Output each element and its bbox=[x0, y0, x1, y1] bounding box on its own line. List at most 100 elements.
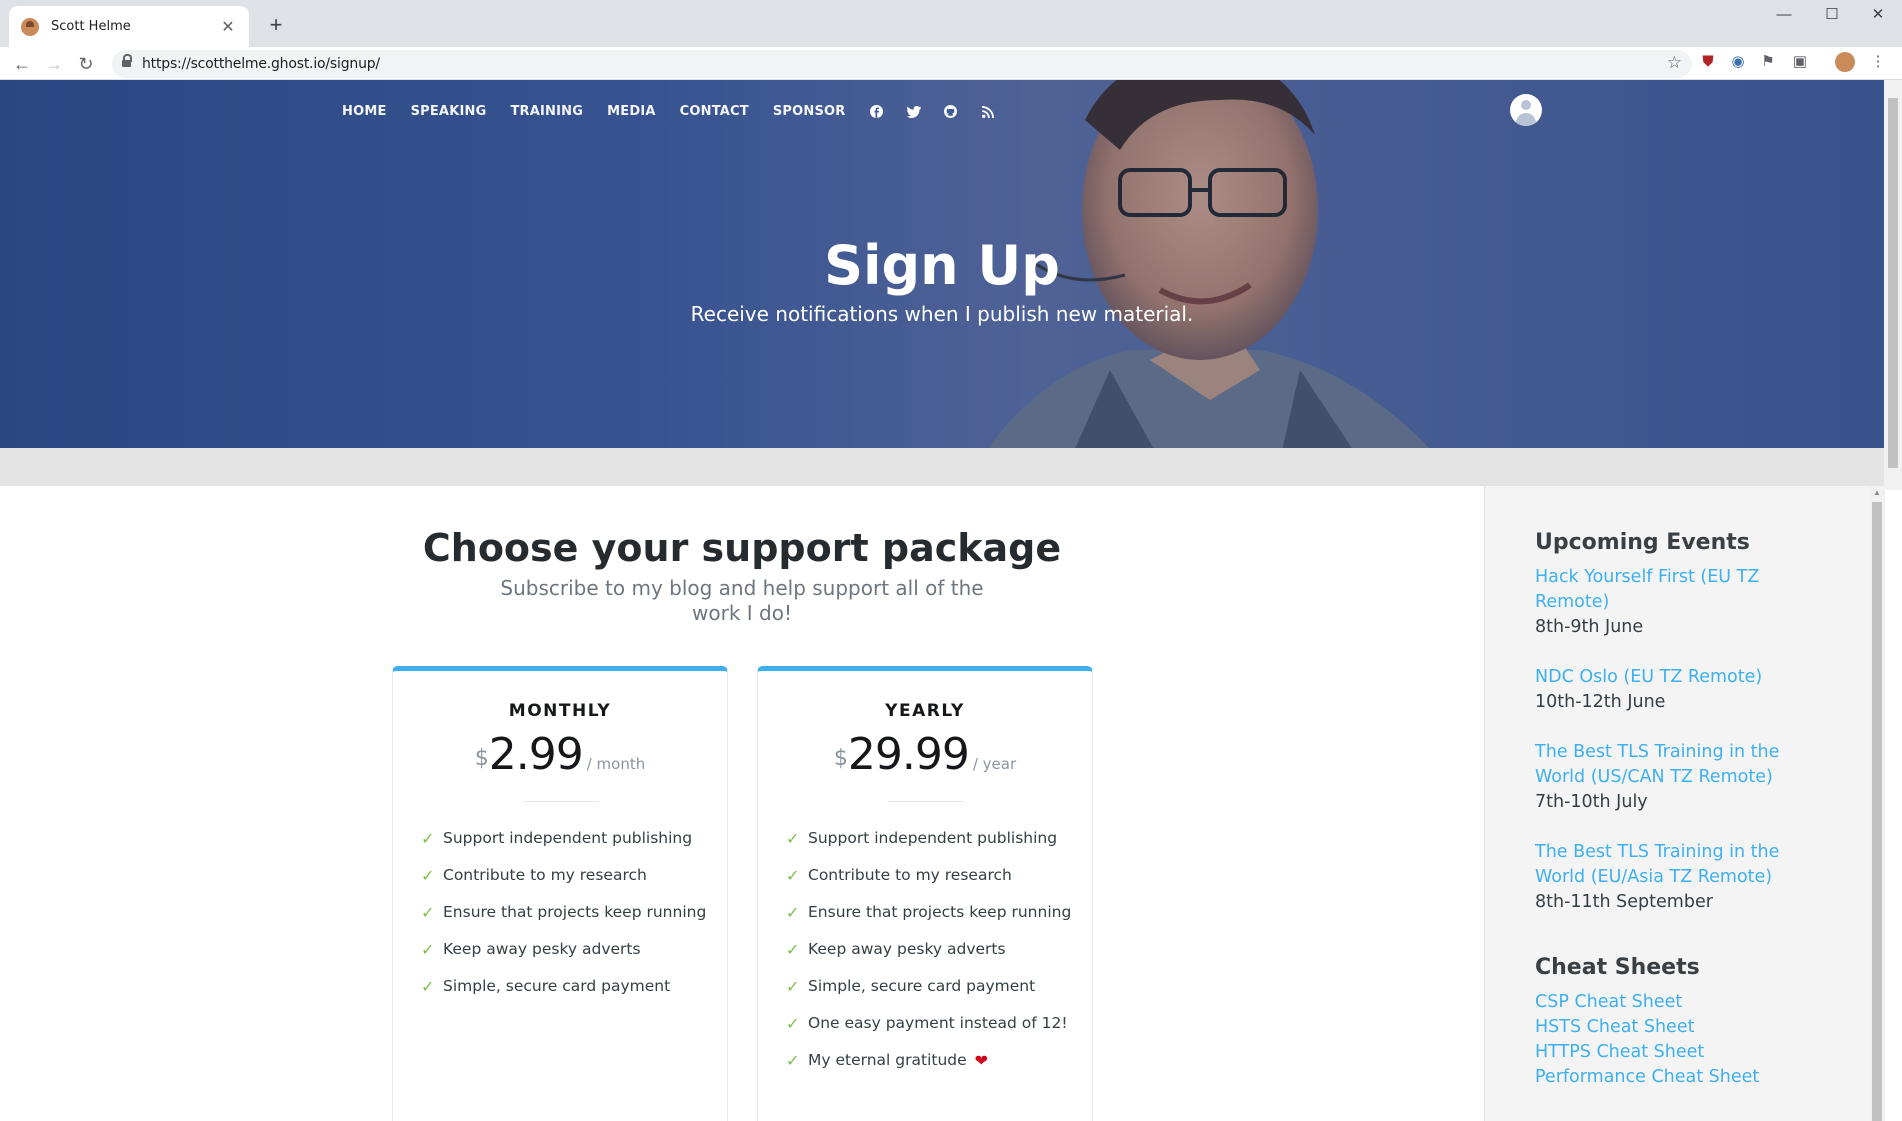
event-date: 8th-11th September bbox=[1535, 892, 1713, 912]
event-link[interactable]: NDC Oslo (EU TZ Remote) bbox=[1535, 665, 1795, 690]
price-currency: $ bbox=[833, 746, 848, 771]
hero-banner: HOME SPEAKING TRAINING MEDIA CONTACT SPO… bbox=[0, 80, 1884, 448]
price-period: / month bbox=[586, 755, 646, 773]
feature-item: ✓ Support independent publishing bbox=[421, 829, 706, 866]
page-subtitle: Receive notifications when I publish new… bbox=[690, 302, 1194, 326]
check-icon: ✓ bbox=[421, 940, 435, 959]
address-bar[interactable]: https://scotthelme.ghost.io/signup/ ☆ bbox=[112, 50, 1692, 78]
browser-menu-icon[interactable]: ⋮ bbox=[1868, 52, 1888, 72]
minimize-button[interactable]: — bbox=[1760, 0, 1808, 32]
heart-icon: ❤ bbox=[974, 1051, 989, 1070]
maximize-button[interactable]: ☐ bbox=[1808, 0, 1856, 32]
rss-icon[interactable] bbox=[981, 105, 995, 119]
main-content: Choose your support package Subscribe to… bbox=[0, 486, 1484, 1121]
event-link[interactable]: Hack Yourself First (EU TZ Remote) bbox=[1535, 565, 1795, 615]
feature-text: Keep away pesky adverts bbox=[808, 940, 1006, 958]
url-text[interactable]: https://scotthelme.ghost.io/signup/ bbox=[142, 56, 380, 72]
forward-arrow-icon[interactable]: → bbox=[40, 50, 68, 78]
browser-tab-strip: Scott Helme ✕ + — ☐ ✕ bbox=[0, 0, 1902, 47]
packages-subtitle: Subscribe to my blog and help support al… bbox=[500, 576, 984, 625]
event-link[interactable]: The Best TLS Training in the World (US/C… bbox=[1535, 740, 1795, 790]
event-link[interactable]: The Best TLS Training in the World (EU/A… bbox=[1535, 840, 1795, 890]
profile-avatar-icon[interactable] bbox=[1835, 52, 1855, 72]
feature-text: Ensure that projects keep running bbox=[443, 903, 707, 921]
check-icon: ✓ bbox=[421, 977, 435, 996]
scroll-up-arrow-icon[interactable]: ▲ bbox=[1873, 488, 1881, 497]
nav-media[interactable]: MEDIA bbox=[607, 104, 656, 119]
check-icon: ✓ bbox=[786, 1051, 800, 1070]
events-heading: Upcoming Events bbox=[1535, 530, 1750, 555]
plan-card-yearly[interactable]: YEARLY $29.99/ year ✓ Support independent… bbox=[757, 666, 1093, 1121]
page-scrollbar-thumb[interactable] bbox=[1888, 98, 1898, 468]
cheat-sheet-link[interactable]: HSTS Cheat Sheet bbox=[1535, 1015, 1795, 1040]
plan-name: YEARLY bbox=[885, 701, 965, 721]
github-icon[interactable] bbox=[944, 105, 958, 119]
price-amount: 29.99 bbox=[847, 729, 970, 780]
sidebar-content: Upcoming Events Hack Yourself First (EU … bbox=[1535, 530, 1795, 1090]
check-icon: ✓ bbox=[786, 829, 800, 848]
sidebar-scrollbar-thumb[interactable] bbox=[1872, 502, 1882, 1121]
feature-text: One easy payment instead of 12! bbox=[808, 1014, 1068, 1032]
nav-training[interactable]: TRAINING bbox=[510, 104, 583, 119]
header-divider bbox=[0, 448, 1884, 486]
check-icon: ✓ bbox=[786, 866, 800, 885]
tab-close-icon[interactable]: ✕ bbox=[219, 17, 237, 37]
event-date: 10th-12th June bbox=[1535, 692, 1666, 712]
reload-icon[interactable]: ↻ bbox=[72, 50, 100, 78]
cheat-sheet-link[interactable]: Performance Cheat Sheet bbox=[1535, 1065, 1795, 1090]
nav-sponsor[interactable]: SPONSOR bbox=[773, 104, 846, 119]
plan-card-monthly[interactable]: MONTHLY $2.99/ month ✓ Support independen… bbox=[392, 666, 728, 1121]
ublock-extension-icon[interactable]: ⛊ bbox=[1698, 52, 1718, 72]
feature-text: Contribute to my research bbox=[443, 866, 647, 884]
back-arrow-icon[interactable]: ← bbox=[8, 50, 36, 78]
nav-home[interactable]: HOME bbox=[342, 104, 387, 119]
bookmark-star-icon[interactable]: ☆ bbox=[1667, 53, 1682, 73]
check-icon: ✓ bbox=[786, 1014, 800, 1033]
account-avatar-icon[interactable] bbox=[1510, 94, 1542, 126]
price-currency: $ bbox=[474, 746, 489, 771]
feature-item: ✓ Support independent publishing bbox=[786, 829, 1071, 866]
feature-text: Simple, secure card payment bbox=[808, 977, 1036, 995]
cheat-sheet-link[interactable]: HTTPS Cheat Sheet bbox=[1535, 1040, 1795, 1065]
feature-text: Simple, secure card payment bbox=[443, 977, 671, 995]
facebook-icon[interactable] bbox=[870, 105, 884, 119]
lock-icon bbox=[122, 54, 132, 69]
feature-text: Ensure that projects keep running bbox=[808, 903, 1072, 921]
event-date: 8th-9th June bbox=[1535, 617, 1644, 637]
plan-name: MONTHLY bbox=[508, 701, 612, 721]
feature-text: Contribute to my research bbox=[808, 866, 1012, 884]
feature-item: ✓ One easy payment instead of 12! bbox=[786, 1014, 1071, 1051]
page-title: Sign Up bbox=[824, 234, 1060, 297]
event-item: NDC Oslo (EU TZ Remote) 10th-12th June bbox=[1535, 665, 1795, 715]
page-scrollbar[interactable] bbox=[1884, 80, 1902, 490]
extension-icon[interactable]: ◉ bbox=[1728, 52, 1748, 72]
plan-price: $2.99/ month bbox=[393, 729, 727, 780]
feature-text: Support independent publishing bbox=[808, 829, 1058, 847]
twitter-icon[interactable] bbox=[906, 105, 921, 119]
new-tab-button[interactable]: + bbox=[262, 12, 290, 40]
nav-speaking[interactable]: SPEAKING bbox=[411, 104, 487, 119]
flag-extension-icon[interactable]: ⚑ bbox=[1758, 52, 1778, 72]
camera-extension-icon[interactable]: ▣ bbox=[1790, 52, 1810, 72]
check-icon: ✓ bbox=[421, 866, 435, 885]
event-date: 7th-10th July bbox=[1535, 792, 1648, 812]
event-item: Hack Yourself First (EU TZ Remote) 8th-9… bbox=[1535, 565, 1795, 640]
feature-item: ✓ Keep away pesky adverts bbox=[421, 940, 706, 977]
sidebar-scrollbar[interactable]: ▲ bbox=[1869, 486, 1885, 1121]
feature-item: ✓ Ensure that projects keep running bbox=[421, 903, 706, 940]
cheat-sheet-link[interactable]: CSP Cheat Sheet bbox=[1535, 990, 1795, 1015]
feature-text: My eternal gratitude bbox=[808, 1051, 967, 1069]
nav-contact[interactable]: CONTACT bbox=[680, 104, 749, 119]
feature-list: ✓ Support independent publishing ✓ Contrib… bbox=[786, 829, 1071, 1088]
tab-title: Scott Helme bbox=[51, 19, 131, 34]
check-icon: ✓ bbox=[786, 977, 800, 996]
site-navigation: HOME SPEAKING TRAINING MEDIA CONTACT SPO… bbox=[342, 104, 1018, 119]
browser-toolbar: ← → ↻ https://scotthelme.ghost.io/signup… bbox=[0, 47, 1902, 80]
site-favicon-icon bbox=[21, 17, 39, 36]
divider bbox=[888, 801, 964, 802]
browser-tab[interactable]: Scott Helme ✕ bbox=[9, 6, 249, 47]
check-icon: ✓ bbox=[421, 903, 435, 922]
check-icon: ✓ bbox=[786, 940, 800, 959]
page-viewport: HOME SPEAKING TRAINING MEDIA CONTACT SPO… bbox=[0, 80, 1902, 1121]
close-window-button[interactable]: ✕ bbox=[1854, 0, 1902, 32]
